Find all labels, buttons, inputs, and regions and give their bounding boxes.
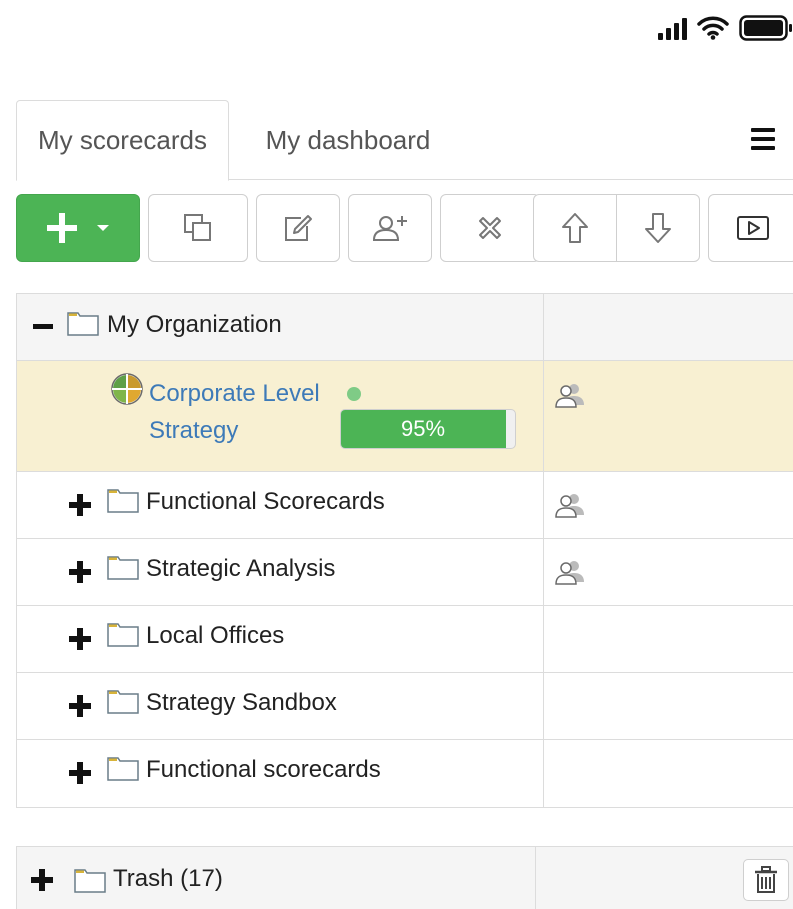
expand-icon[interactable]: [69, 494, 91, 516]
folder-icon: [107, 621, 139, 647]
collapse-icon[interactable]: [33, 316, 55, 338]
tree-row-folder[interactable]: Strategic Analysis: [17, 539, 793, 606]
progress-bar: 95%: [340, 409, 516, 449]
tree-row-folder[interactable]: Strategy Sandbox: [17, 673, 793, 740]
edit-button[interactable]: [256, 194, 340, 262]
arrow-up-icon: [562, 213, 588, 243]
folder-icon: [107, 688, 139, 714]
scorecard-title-link[interactable]: Corporate Level Strategy: [149, 375, 349, 449]
expand-icon[interactable]: [69, 695, 91, 717]
toolbar: [16, 194, 793, 262]
expand-icon[interactable]: [31, 869, 53, 891]
cellular-signal-icon: [658, 16, 687, 40]
tab-bar: My scorecards My dashboard: [16, 100, 793, 181]
shared-users-icon[interactable]: [554, 491, 588, 519]
battery-icon: [739, 15, 793, 41]
delete-icon: [479, 217, 501, 239]
move-up-button[interactable]: [533, 194, 617, 262]
wifi-icon: [697, 16, 729, 40]
arrow-down-icon: [645, 213, 671, 243]
folder-label: Functional Scorecards: [146, 488, 385, 515]
tree-row-folder[interactable]: Functional Scorecards: [17, 472, 793, 539]
play-icon: [737, 216, 769, 240]
folder-icon: [107, 554, 139, 580]
status-dot: [347, 387, 361, 401]
folder-label: Strategy Sandbox: [146, 689, 337, 716]
trash-label: Trash (17): [113, 865, 223, 892]
tree-row-trash[interactable]: Trash (17): [16, 846, 793, 909]
shared-users-icon[interactable]: [554, 381, 588, 409]
folder-icon: [107, 755, 139, 781]
scorecard-perspectives-icon: [111, 373, 143, 405]
delete-button[interactable]: [440, 194, 540, 262]
tab-my-scorecards[interactable]: My scorecards: [16, 100, 229, 181]
shared-users-icon[interactable]: [554, 558, 588, 586]
expand-icon[interactable]: [69, 561, 91, 583]
tab-my-dashboard[interactable]: My dashboard: [238, 100, 458, 181]
tree-row-folder[interactable]: Functional scorecards: [17, 740, 793, 807]
folder-icon: [74, 867, 106, 893]
tree-row-my-organization[interactable]: My Organization: [17, 294, 793, 361]
copy-icon: [184, 214, 211, 241]
hamburger-menu-icon[interactable]: [751, 128, 775, 150]
move-down-button[interactable]: [616, 194, 700, 262]
add-user-icon: [372, 216, 407, 241]
play-button[interactable]: [708, 194, 793, 262]
add-button[interactable]: [16, 194, 140, 262]
expand-icon[interactable]: [69, 762, 91, 784]
edit-icon: [285, 215, 312, 241]
folder-label: Strategic Analysis: [146, 555, 336, 582]
folder-label: Functional scorecards: [146, 756, 381, 783]
empty-trash-button[interactable]: [743, 859, 789, 901]
folder-icon: [67, 310, 99, 336]
copy-button[interactable]: [148, 194, 248, 262]
tree-row-folder[interactable]: Local Offices: [17, 606, 793, 673]
expand-icon[interactable]: [69, 628, 91, 650]
folder-label: Local Offices: [146, 622, 285, 649]
status-bar: [658, 10, 793, 46]
plus-icon: [47, 213, 77, 243]
folder-icon: [107, 487, 139, 513]
progress-label: 95%: [400, 416, 446, 441]
add-user-button[interactable]: [348, 194, 432, 262]
folder-label: My Organization: [107, 311, 282, 338]
trash-icon: [755, 866, 777, 893]
chevron-down-icon: [97, 225, 109, 231]
scorecard-tree: My Organization Corporate Level Strategy…: [16, 293, 793, 808]
tree-row-scorecard[interactable]: Corporate Level Strategy 95%: [17, 361, 793, 472]
